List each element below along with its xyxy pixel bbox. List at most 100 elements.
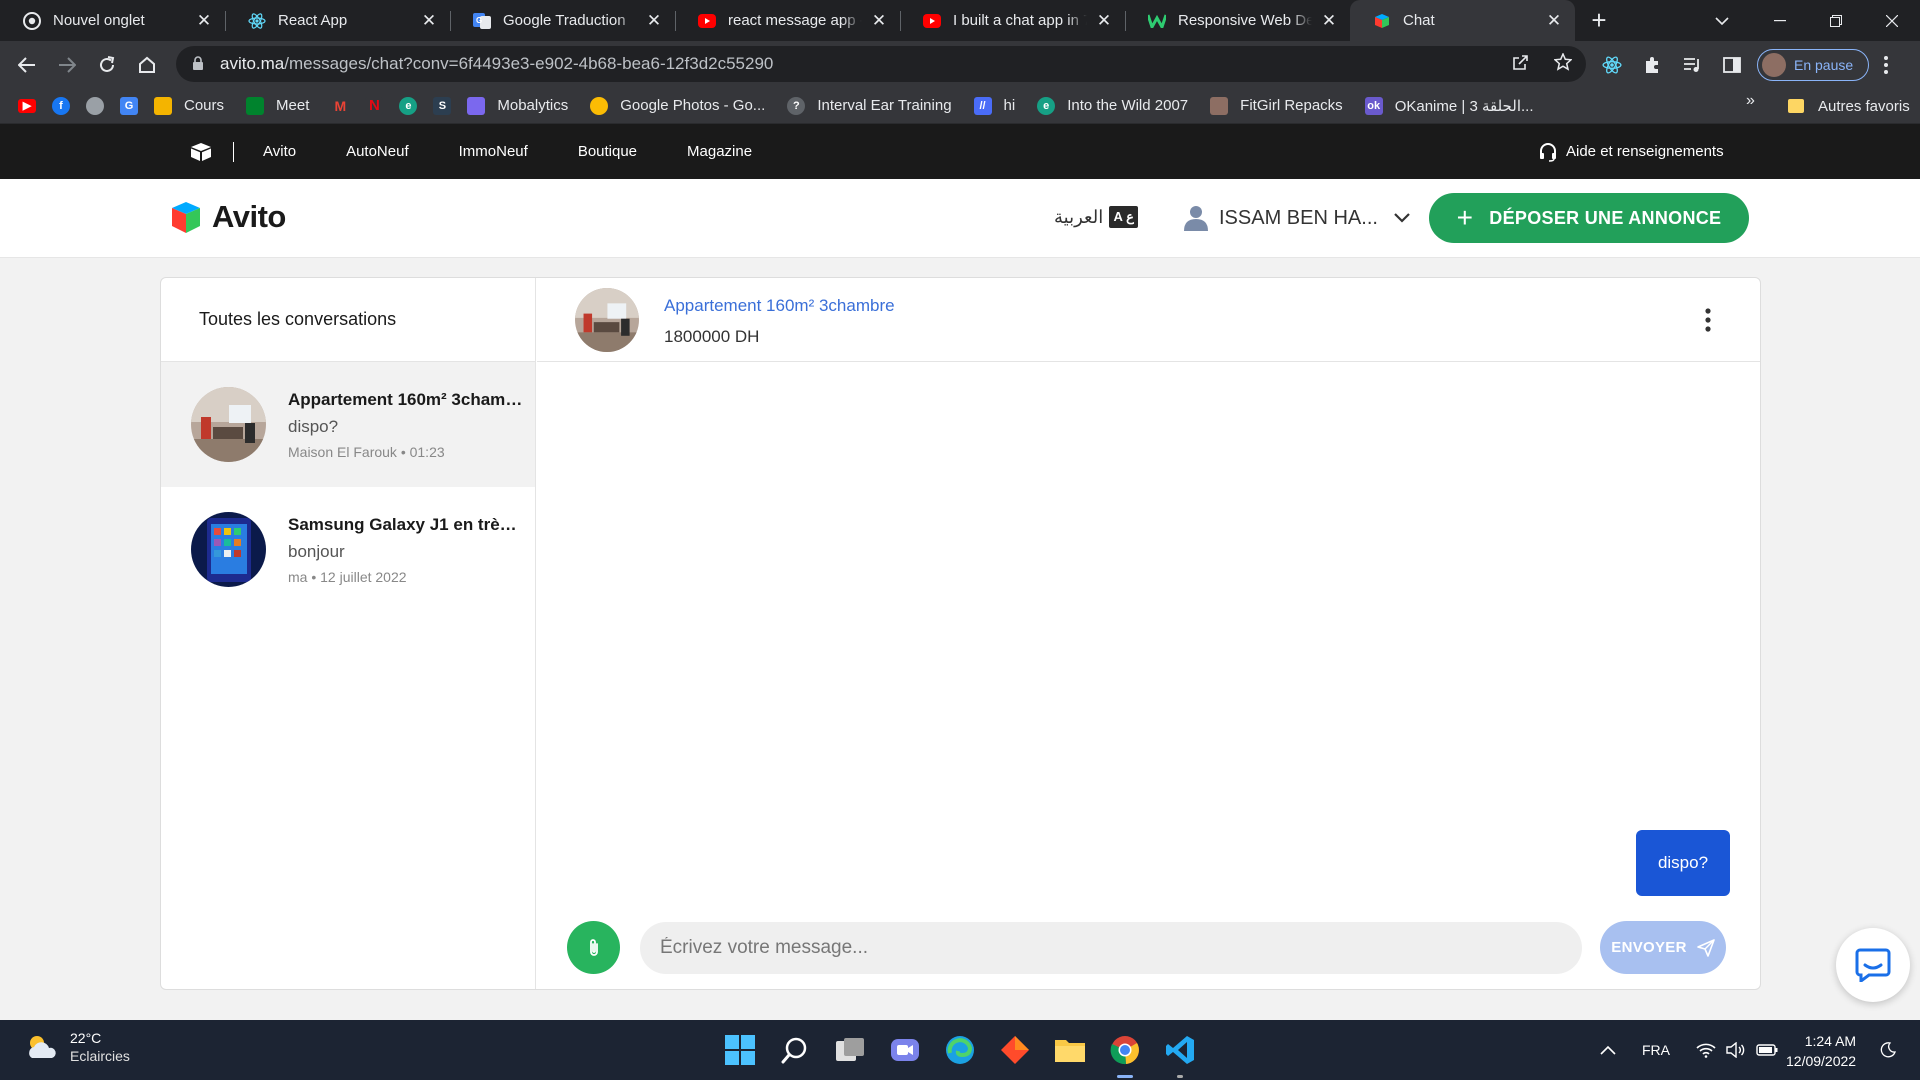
minimize-icon[interactable]: [1752, 0, 1808, 41]
support-chat-button[interactable]: [1836, 928, 1910, 1002]
e-icon: e: [399, 96, 418, 115]
bookmark-star-icon[interactable]: [1553, 51, 1573, 76]
wifi-icon[interactable]: [1696, 1042, 1716, 1058]
focus-assist-icon[interactable]: [1880, 1042, 1896, 1058]
nav-link-magazine[interactable]: Magazine: [687, 143, 752, 160]
bookmark-item[interactable]: N: [365, 92, 384, 120]
bookmark-item[interactable]: Meet: [246, 92, 309, 120]
help-link[interactable]: Aide et renseignements: [1538, 124, 1724, 179]
extensions-icon[interactable]: [1643, 41, 1661, 88]
bookmark-item[interactable]: ▶: [18, 92, 36, 120]
close-tab-icon[interactable]: ✕: [1095, 11, 1113, 30]
plus-icon: +: [1456, 202, 1474, 233]
file-explorer-icon[interactable]: [1052, 1032, 1088, 1068]
weather-widget[interactable]: 22°C Eclaircies: [24, 1030, 130, 1064]
bookmark-item[interactable]: ok OKanime | الحلقة 3...: [1364, 92, 1534, 120]
chevron-up-icon[interactable]: [1600, 1045, 1616, 1055]
send-button[interactable]: ENVOYER: [1600, 921, 1726, 974]
input-language[interactable]: FRA: [1642, 1042, 1670, 1058]
bookmark-item[interactable]: f: [52, 92, 70, 120]
tab-title: Google Traduction: [503, 12, 626, 29]
close-tab-icon[interactable]: ✕: [1320, 11, 1338, 30]
bookmark-item[interactable]: Mobalytics: [467, 92, 568, 120]
nav-link-autoneuf[interactable]: AutoNeuf: [346, 143, 409, 160]
conversation-item[interactable]: Appartement 160m² 3chambre dispo? Maison…: [161, 362, 535, 487]
browser-tab[interactable]: React App ✕: [225, 0, 450, 41]
bookmark-item[interactable]: FitGirl Repacks: [1210, 92, 1343, 120]
side-panel-icon[interactable]: [1723, 41, 1741, 88]
attach-button[interactable]: [567, 921, 620, 974]
tab-title: React App: [278, 12, 348, 29]
bookmark-item[interactable]: [86, 92, 104, 120]
bookmark-item[interactable]: G: [120, 92, 138, 120]
bookmark-item[interactable]: Cours: [154, 92, 224, 120]
conversation-item[interactable]: Samsung Galaxy J1 en très bon état bonjo…: [161, 487, 535, 612]
bookmark-item[interactable]: S: [433, 92, 452, 120]
battery-icon[interactable]: [1756, 1044, 1778, 1056]
message-input[interactable]: [640, 922, 1582, 974]
reload-icon[interactable]: [90, 48, 124, 82]
home-icon[interactable]: [130, 48, 164, 82]
fitgirl-icon: [1210, 96, 1229, 115]
nav-link-immoneuf[interactable]: ImmoNeuf: [459, 143, 528, 160]
share-icon[interactable]: [1512, 53, 1530, 76]
browser-tab[interactable]: I built a chat app in 7 ✕: [900, 0, 1125, 41]
chrome-menu-icon[interactable]: [1884, 41, 1888, 88]
bookmark-item[interactable]: e Into the Wild 2007: [1037, 92, 1188, 120]
paperclip-icon: [589, 938, 598, 956]
other-bookmarks-folder[interactable]: Autres favoris: [1788, 88, 1910, 124]
post-ad-button[interactable]: + DÉPOSER UNE ANNONCE: [1429, 193, 1749, 243]
close-tab-icon[interactable]: ✕: [195, 11, 213, 30]
close-tab-icon[interactable]: ✕: [870, 11, 888, 30]
avito-logo[interactable]: Avito: [168, 199, 286, 235]
bookmark-item[interactable]: Google Photos - Go...: [590, 92, 765, 120]
lock-icon[interactable]: [192, 56, 206, 72]
windows-start-icon[interactable]: [722, 1032, 758, 1068]
restore-icon[interactable]: [1808, 0, 1864, 41]
url-text[interactable]: avito.ma/messages/chat?conv=6f4493e3-e90…: [220, 54, 773, 74]
close-tab-icon[interactable]: ✕: [1545, 11, 1563, 30]
browser-tab[interactable]: Responsive Web Desi ✕: [1125, 0, 1350, 41]
media-control-icon[interactable]: [1683, 41, 1703, 88]
bookmark-item[interactable]: e: [399, 92, 418, 120]
browser-tab[interactable]: Nouvel onglet ✕: [0, 0, 225, 41]
listing-thumbnail[interactable]: [575, 288, 639, 352]
bookmarks-more-icon[interactable]: »: [1746, 92, 1755, 110]
close-tab-icon[interactable]: ✕: [645, 11, 663, 30]
search-icon[interactable]: [777, 1032, 813, 1068]
task-view-icon[interactable]: [832, 1032, 868, 1068]
close-window-icon[interactable]: [1864, 0, 1920, 41]
close-tab-icon[interactable]: ✕: [420, 11, 438, 30]
message-bubble-sent: dispo?: [1636, 830, 1730, 896]
box-icon[interactable]: [190, 142, 212, 162]
teams-chat-icon[interactable]: [887, 1032, 923, 1068]
chrome-icon[interactable]: [1107, 1032, 1143, 1078]
nav-link-avito[interactable]: Avito: [263, 143, 296, 160]
profile-button[interactable]: En pause: [1757, 49, 1869, 81]
volume-icon[interactable]: [1726, 1042, 1746, 1058]
forward-icon[interactable]: [50, 48, 84, 82]
app-diamond-icon[interactable]: [997, 1032, 1033, 1068]
tab-title: Responsive Web Desi: [1178, 12, 1312, 29]
browser-tab[interactable]: react message app - Y ✕: [675, 0, 900, 41]
browser-tab-active[interactable]: Chat ✕: [1350, 0, 1575, 41]
edge-icon[interactable]: [942, 1032, 978, 1068]
browser-toolbar: avito.ma/messages/chat?conv=6f4493e3-e90…: [0, 41, 1920, 88]
react-devtools-icon[interactable]: [1602, 41, 1622, 88]
bookmark-item[interactable]: //hi: [973, 92, 1015, 120]
classroom-icon: [154, 96, 172, 115]
tab-search-icon[interactable]: [1702, 0, 1742, 41]
user-menu[interactable]: ISSAM BEN HA...: [1183, 204, 1410, 232]
browser-tab[interactable]: G Google Traduction ✕: [450, 0, 675, 41]
new-tab-button[interactable]: +: [1579, 0, 1619, 41]
address-bar[interactable]: avito.ma/messages/chat?conv=6f4493e3-e90…: [176, 46, 1586, 82]
nav-link-boutique[interactable]: Boutique: [578, 143, 637, 160]
listing-title-link[interactable]: Appartement 160m² 3chambre: [664, 296, 895, 316]
language-switch[interactable]: العربية A ع: [1054, 206, 1139, 228]
clock[interactable]: 1:24 AM 12/09/2022: [1786, 1031, 1856, 1071]
bookmark-item[interactable]: ? Interval Ear Training: [787, 92, 952, 120]
vscode-icon[interactable]: [1162, 1032, 1198, 1078]
bookmark-item[interactable]: M: [331, 92, 350, 120]
back-icon[interactable]: [10, 48, 44, 82]
more-options-icon[interactable]: [1705, 308, 1711, 332]
